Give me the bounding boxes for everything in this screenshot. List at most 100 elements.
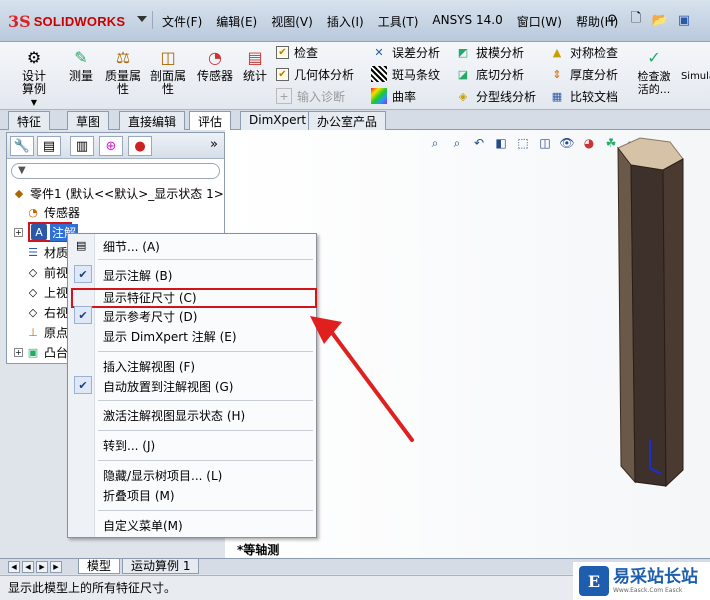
tree-item-top-plane[interactable]: ◇ 上视 xyxy=(25,283,68,301)
undercut-analysis-button[interactable]: ◪ 底切分析 xyxy=(455,64,524,84)
menu-file[interactable]: 文件(F) xyxy=(155,11,209,32)
deviation-icon: ✕ xyxy=(374,45,384,59)
checked-icon: ✔ xyxy=(74,306,92,324)
draft-analysis-button[interactable]: ◩ 拔模分析 xyxy=(455,42,524,62)
next-tab-icon[interactable]: ▶ xyxy=(36,561,48,573)
tab-motion-study[interactable]: 运动算例 1 xyxy=(122,559,200,574)
menu-tools[interactable]: 工具(T) xyxy=(371,11,426,32)
title-bar: 3S SOLIDWORKS 文件(F) 编辑(E) 视图(V) 插入(I) 工具… xyxy=(0,0,710,42)
check-active-button[interactable]: ✓ 检查激活的... xyxy=(632,46,676,96)
menu-item-activate-display-state[interactable]: 激活注解视图显示状态 (H) xyxy=(103,406,245,424)
watermark-logo-icon: E xyxy=(579,566,609,596)
menu-item-hide-show-tree[interactable]: 隐藏/显示树项目... (L) xyxy=(103,466,222,484)
parting-line-icon: ◈ xyxy=(458,89,468,103)
section-properties-button[interactable]: ◫ 剖面属性 xyxy=(148,46,188,96)
menu-view[interactable]: 视图(V) xyxy=(264,11,320,32)
menu-separator xyxy=(98,510,313,511)
tab-model[interactable]: 模型 xyxy=(78,559,121,574)
draft-icon: ◩ xyxy=(457,45,469,59)
menu-item-details[interactable]: 细节... (A) xyxy=(103,237,160,255)
solidworks-logo[interactable]: 3S SOLIDWORKS xyxy=(8,8,133,34)
tree-filter-field[interactable]: ▼ xyxy=(11,163,220,179)
design-study-icon: ⚙ xyxy=(26,47,42,67)
configuration-manager-tab-icon[interactable]: ▥ xyxy=(70,136,94,156)
menu-separator xyxy=(98,351,313,352)
menu-window[interactable]: 窗口(W) xyxy=(510,11,569,32)
geometry-analysis-icon: ✔ xyxy=(276,67,289,81)
sensor-button[interactable]: ◔ 传感器 xyxy=(196,46,234,83)
simulation-icon xyxy=(686,46,710,68)
tree-item-front-plane[interactable]: ◇ 前视 xyxy=(25,263,68,281)
design-study-button[interactable]: ⚙ 设计算例 ▼ xyxy=(12,46,56,109)
expand-boss-icon[interactable]: + xyxy=(14,348,23,357)
property-manager-tab-icon[interactable]: ▤ xyxy=(37,136,61,156)
statistics-icon: ▤ xyxy=(247,47,263,67)
menu-edit[interactable]: 编辑(E) xyxy=(209,11,264,32)
save-icon[interactable]: ▣ xyxy=(674,9,694,31)
menu-item-insert-annotation-view[interactable]: 插入注解视图 (F) xyxy=(103,357,195,375)
prism-front-face xyxy=(630,164,667,487)
ribbon-evaluate: ⚙ 设计算例 ▼ ✎ 测量 ⚖ 质量属性 ◫ 剖面属性 ◔ 传感器 ▤ 统计 ✔… xyxy=(0,42,710,110)
menu-item-show-reference-dimensions[interactable]: 显示参考尺寸 (D) xyxy=(103,307,197,325)
logo-menu-arrow-icon[interactable] xyxy=(137,16,147,22)
tab-office-products[interactable]: 办公室产品 xyxy=(308,111,387,130)
thickness-analysis-button[interactable]: ⇕ 厚度分析 xyxy=(549,64,618,84)
menu-item-customize-menu[interactable]: 自定义菜单(M) xyxy=(103,516,183,534)
tree-item-material[interactable]: ☰ 材质 xyxy=(25,243,68,261)
new-document-icon[interactable]: 🗋 xyxy=(626,9,646,31)
expand-annotations-icon[interactable]: + xyxy=(14,228,23,237)
tree-item-origin[interactable]: ⊥ 原点 xyxy=(25,323,68,341)
section-icon: ◫ xyxy=(160,47,176,67)
simulation-button[interactable]: Simula xyxy=(681,46,710,83)
menu-item-show-dimxpert-annotations[interactable]: 显示 DimXpert 注解 (E) xyxy=(103,327,237,345)
feature-manager-tab-icon[interactable]: 🔧 xyxy=(10,136,34,156)
menu-item-show-annotations[interactable]: 显示注解 (B) xyxy=(103,266,172,284)
first-tab-icon[interactable]: ◀ xyxy=(8,561,20,573)
menu-bar: 文件(F) 编辑(E) 视图(V) 插入(I) 工具(T) ANSYS 14.0… xyxy=(150,11,625,32)
prism-right-face xyxy=(662,158,684,488)
import-diagnostics-icon: + xyxy=(276,88,292,104)
parting-line-analysis-button[interactable]: ◈ 分型线分析 xyxy=(455,86,536,106)
tab-dimxpert[interactable]: DimXpert xyxy=(240,111,316,130)
zebra-stripes-button[interactable]: 斑马条纹 xyxy=(371,64,440,84)
menu-item-auto-place[interactable]: 自动放置到注解视图 (G) xyxy=(103,377,233,395)
menu-item-show-feature-dimensions[interactable]: 显示特征尺寸 (C) xyxy=(103,288,197,306)
plane-icon: ◇ xyxy=(28,305,38,319)
open-folder-icon[interactable]: 📂 xyxy=(650,9,670,31)
check-button[interactable]: ✔ 检查 xyxy=(276,42,318,62)
deviation-analysis-button[interactable]: ✕ 误差分析 xyxy=(371,42,440,62)
geometry-analysis-button[interactable]: ✔ 几何体分析 xyxy=(276,64,354,84)
symmetry-check-button[interactable]: ▲ 对称检查 xyxy=(549,42,618,62)
menu-separator xyxy=(98,259,313,260)
tree-item-sensors[interactable]: ◔ 传感器 xyxy=(25,203,80,221)
tree-item-boss[interactable]: ▣ 凸台 xyxy=(25,343,68,361)
curvature-button[interactable]: 曲率 xyxy=(371,86,416,106)
command-tabs: 特征 草图 直接编辑 评估 DimXpert 办公室产品 xyxy=(0,110,710,130)
annotations-context-menu: ▤ 细节... (A) ✔ 显示注解 (B) 显示特征尺寸 (C) ✔ 显示参考… xyxy=(67,233,317,538)
tab-direct-edit[interactable]: 直接编辑 xyxy=(119,111,186,130)
title-quick-access: ⚲ 🗋 📂 ▣ xyxy=(602,9,694,31)
pin-icon[interactable]: ⚲ xyxy=(602,9,622,31)
last-tab-icon[interactable]: ▶ xyxy=(50,561,62,573)
plane-icon: ◇ xyxy=(28,265,38,279)
menu-item-goto[interactable]: 转到... (J) xyxy=(103,436,155,454)
mass-properties-button[interactable]: ⚖ 质量属性 xyxy=(103,46,143,96)
tree-item-right-plane[interactable]: ◇ 右视 xyxy=(25,303,68,321)
display-manager-tab-icon[interactable]: ● xyxy=(128,136,152,156)
tab-features[interactable]: 特征 xyxy=(8,111,51,130)
sensor-icon: ◔ xyxy=(28,205,38,219)
tab-sketch[interactable]: 草图 xyxy=(67,111,110,130)
statistics-button[interactable]: ▤ 统计 xyxy=(240,46,270,83)
previous-tab-icon[interactable]: ◀ xyxy=(22,561,34,573)
measure-button[interactable]: ✎ 测量 xyxy=(66,46,96,83)
menu-ansys[interactable]: ANSYS 14.0 xyxy=(425,11,509,32)
tab-evaluate[interactable]: 评估 xyxy=(189,111,232,130)
menu-insert[interactable]: 插入(I) xyxy=(320,11,371,32)
more-tabs-chevron-icon[interactable]: » xyxy=(210,137,218,152)
dimxpert-manager-tab-icon[interactable]: ⊕ xyxy=(99,136,123,156)
checked-icon: ✔ xyxy=(74,376,92,394)
compare-documents-button[interactable]: ▦ 比较文档 xyxy=(549,86,618,106)
tree-root-part[interactable]: ◆ 零件1 (默认<<默认>_显示状态 1> xyxy=(11,184,224,202)
menu-item-collapse[interactable]: 折叠项目 (M) xyxy=(103,486,175,504)
import-diagnostics-button[interactable]: + 输入诊断 xyxy=(276,86,345,106)
